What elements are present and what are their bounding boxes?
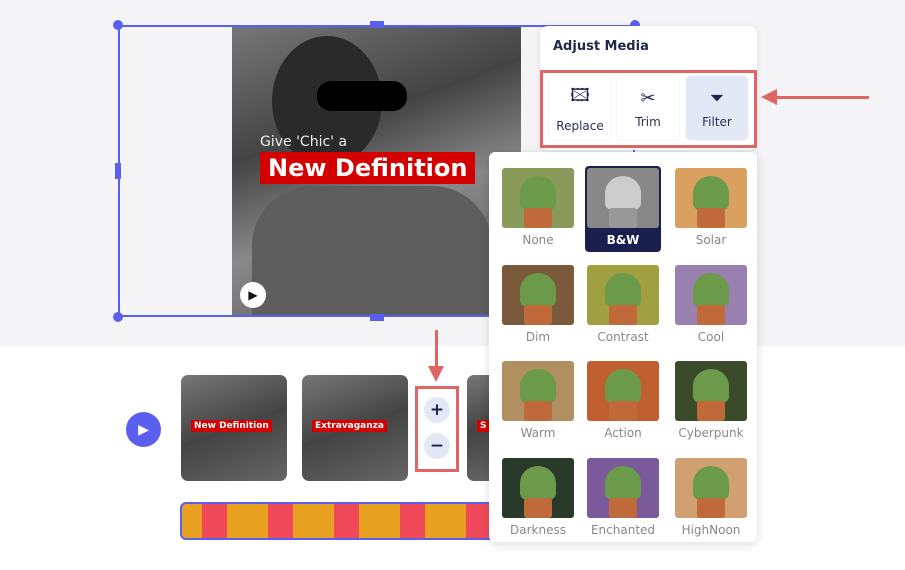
filter-preview [675,168,747,228]
filter-label: Contrast [597,330,649,344]
filter-option-dim[interactable]: Dim [500,263,576,349]
timeline-clip[interactable]: Extravaganza [302,375,408,481]
canvas-area: Give 'Chic' a New Definition ▶ [0,0,905,346]
pot-image [524,305,552,325]
filter-label: B&W [606,233,640,247]
pot-image [609,305,637,325]
filter-label: Dim [525,330,551,344]
video-track-strip[interactable] [180,502,510,540]
pot-image [697,208,725,228]
annotation-arrow [428,330,444,382]
filter-label: Cool [697,330,725,344]
clip-title: New Definition [191,420,272,432]
plant-image [520,369,556,403]
filter-label: HighNoon [681,523,741,537]
filter-preview [502,361,574,421]
timeline-play-button[interactable]: ▶ [126,412,161,447]
resize-handle[interactable] [115,163,121,179]
filter-preview [675,265,747,325]
pot-image [609,208,637,228]
pot-image [524,208,552,228]
filter-label: None [522,233,554,247]
filter-option-highnoon[interactable]: HighNoon [673,456,749,542]
filter-option-solar[interactable]: Solar [673,166,749,252]
resize-handle[interactable] [370,21,384,28]
annotation-arrow [761,89,869,105]
filter-option-contrast[interactable]: Contrast [585,263,661,349]
plant-image [520,273,556,307]
pot-image [697,401,725,421]
filter-label: Action [604,426,642,440]
filter-option-darkness[interactable]: Darkness [500,456,576,542]
plant-image [693,369,729,403]
plant-image [693,273,729,307]
plant-image [693,466,729,500]
filter-option-warm[interactable]: Warm [500,359,576,445]
filter-preview [587,168,659,228]
pot-image [524,498,552,518]
plant-image [605,369,641,403]
filter-preview [675,458,747,518]
adjust-media-heading: Adjust Media [553,39,649,54]
resize-handle[interactable] [370,314,384,321]
filter-label: Darkness [510,523,566,537]
filter-label: Solar [695,233,727,247]
plant-image [605,273,641,307]
resize-handle[interactable] [113,312,123,322]
pot-image [524,401,552,421]
highlight-box [415,386,459,472]
filter-option-bw[interactable]: B&W [585,166,661,252]
filter-option-enchanted[interactable]: Enchanted [585,456,661,542]
plant-image [693,176,729,210]
plant-image [605,176,641,210]
filter-preview [502,265,574,325]
filter-label: Enchanted [590,523,656,537]
filter-option-action[interactable]: Action [585,359,661,445]
filter-option-cool[interactable]: Cool [673,263,749,349]
filter-preview [587,361,659,421]
timeline-clip[interactable]: New Definition [181,375,287,481]
pot-image [697,498,725,518]
plant-image [605,466,641,500]
filter-preview [502,458,574,518]
play-icon: ▶ [138,421,149,438]
filter-label: Warm [520,426,556,440]
plant-image [520,176,556,210]
filter-preview [587,458,659,518]
filter-preview [587,265,659,325]
clip-title: Extravaganza [312,420,387,432]
filter-option-none[interactable]: None [500,166,576,252]
plant-image [520,466,556,500]
clip-title: S [477,420,490,432]
pot-image [609,498,637,518]
filter-panel: None B&W Solar Dim Contrast Cool Warm Action Cyb… [489,152,757,542]
filter-preview [502,168,574,228]
resize-handle[interactable] [113,20,123,30]
pot-image [609,401,637,421]
pot-image [697,305,725,325]
filter-option-cyberpunk[interactable]: Cyberpunk [673,359,749,445]
highlight-box [540,70,757,148]
filter-preview [675,361,747,421]
filter-label: Cyberpunk [678,426,744,440]
